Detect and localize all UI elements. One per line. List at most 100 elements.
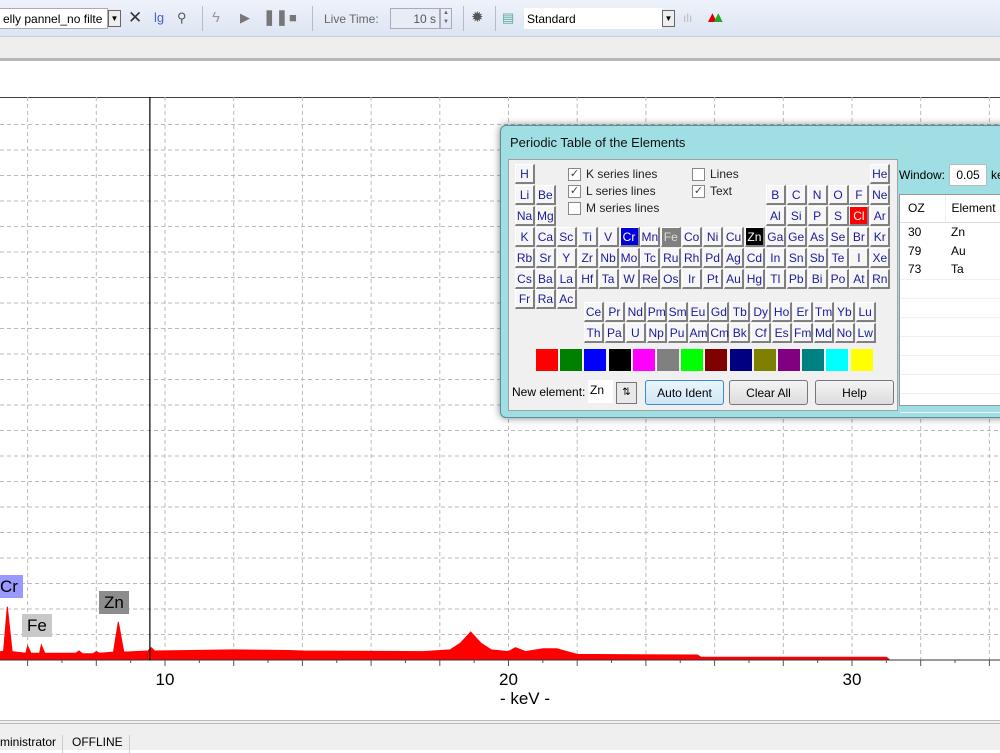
lg-icon[interactable]: lg (154, 9, 164, 27)
element-la[interactable]: La (556, 268, 577, 289)
element-be[interactable]: Be (535, 184, 556, 205)
element-c[interactable]: C (786, 184, 807, 205)
element-kr[interactable]: Kr (870, 226, 891, 247)
element-sm[interactable]: Sm (667, 302, 688, 322)
element-s[interactable]: S (828, 205, 849, 226)
element-se[interactable]: Se (828, 226, 849, 247)
table-row[interactable]: 30 Zn (900, 222, 1000, 241)
element-nd[interactable]: Nd (625, 302, 646, 322)
element-hg[interactable]: Hg (744, 268, 765, 289)
element-br[interactable]: Br (849, 226, 870, 247)
element-es[interactable]: Es (772, 322, 793, 343)
element-cu[interactable]: Cu (724, 226, 744, 247)
element-i[interactable]: I (849, 247, 870, 268)
element-ne[interactable]: Ne (870, 184, 891, 205)
element-rn[interactable]: Rn (870, 268, 891, 289)
element-cl[interactable]: Cl (849, 205, 870, 226)
color-swatch[interactable] (802, 349, 825, 371)
live-time-field[interactable]: 10 s ▲ ▼ (390, 8, 452, 29)
element-re[interactable]: Re (640, 268, 661, 289)
color-swatch[interactable] (778, 349, 800, 371)
profile-select[interactable]: elly pannel_no filte ▼ (0, 8, 121, 29)
column-header-element[interactable]: Element (945, 195, 1000, 222)
element-b[interactable]: B (765, 184, 786, 205)
report-icon[interactable]: ▤ (502, 9, 514, 27)
element-as[interactable]: As (807, 226, 828, 247)
mode-select[interactable]: Standard ▼ (524, 8, 675, 29)
element-si[interactable]: Si (786, 205, 807, 226)
element-ag[interactable]: Ag (724, 247, 744, 268)
element-ca[interactable]: Ca (535, 226, 556, 247)
bar-chart-icon[interactable]: ılı (683, 9, 692, 27)
color-swatch[interactable] (681, 349, 704, 371)
element-te[interactable]: Te (828, 247, 849, 268)
color-swatch[interactable] (560, 349, 583, 371)
element-os[interactable]: Os (661, 268, 682, 289)
element-fr[interactable]: Fr (515, 289, 535, 310)
element-cf[interactable]: Cf (751, 322, 772, 343)
peak-label-cr[interactable]: Cr (0, 575, 23, 598)
element-au[interactable]: Au (724, 268, 744, 289)
element-ta[interactable]: Ta (598, 268, 619, 289)
element-pu[interactable]: Pu (667, 322, 688, 343)
element-p[interactable]: P (807, 205, 828, 226)
element-ra[interactable]: Ra (535, 289, 556, 310)
stop-icon[interactable]: ■ (289, 9, 297, 27)
element-er[interactable]: Er (793, 302, 813, 322)
element-o[interactable]: O (828, 184, 849, 205)
play-icon[interactable]: ▶ (240, 9, 250, 27)
element-tb[interactable]: Tb (730, 302, 751, 322)
element-sn[interactable]: Sn (786, 247, 807, 268)
element-at[interactable]: At (849, 268, 870, 289)
pause-icon[interactable]: ❚❚ (263, 9, 288, 27)
element-mg[interactable]: Mg (535, 205, 556, 226)
lightning-icon[interactable]: ϟ (212, 9, 220, 27)
element-lu[interactable]: Lu (855, 302, 876, 322)
element-ir[interactable]: Ir (682, 268, 703, 289)
element-na[interactable]: Na (515, 205, 535, 226)
element-v[interactable]: V (598, 226, 619, 247)
element-ce[interactable]: Ce (584, 302, 604, 322)
color-swatch[interactable] (850, 349, 873, 371)
element-pd[interactable]: Pd (703, 247, 724, 268)
element-ti[interactable]: Ti (577, 226, 598, 247)
element-sr[interactable]: Sr (535, 247, 556, 268)
window-field[interactable]: 0.05 (949, 164, 987, 186)
peak-label-fe[interactable]: Fe (22, 614, 52, 637)
element-n[interactable]: N (807, 184, 828, 205)
element-he[interactable]: He (870, 164, 891, 184)
element-ga[interactable]: Ga (765, 226, 786, 247)
color-swatch[interactable] (657, 349, 679, 371)
element-tl[interactable]: Tl (765, 268, 786, 289)
color-swatch[interactable] (729, 349, 752, 371)
spinner-icon[interactable]: ▲ ▼ (440, 8, 452, 29)
element-pr[interactable]: Pr (604, 302, 625, 322)
lines-checkbox[interactable]: Lines (692, 167, 739, 181)
help-button[interactable]: Help (815, 380, 894, 405)
element-fe[interactable]: Fe (661, 226, 682, 247)
element-np[interactable]: Np (646, 322, 667, 343)
element-th[interactable]: Th (584, 322, 604, 343)
element-hf[interactable]: Hf (577, 268, 598, 289)
element-lw[interactable]: Lw (855, 322, 876, 343)
element-ru[interactable]: Ru (661, 247, 682, 268)
element-dy[interactable]: Dy (751, 302, 772, 322)
checkbox[interactable]: ✓ (692, 184, 705, 198)
element-xe[interactable]: Xe (870, 247, 891, 268)
element-ho[interactable]: Ho (772, 302, 793, 322)
element-am[interactable]: Am (688, 322, 709, 343)
element-mo[interactable]: Mo (619, 247, 640, 268)
element-ni[interactable]: Ni (703, 226, 724, 247)
color-swatch[interactable] (705, 349, 728, 371)
element-sb[interactable]: Sb (807, 247, 828, 268)
element-nb[interactable]: Nb (598, 247, 619, 268)
element-h[interactable]: H (515, 164, 535, 184)
table-row[interactable]: 73 Ta (900, 260, 1000, 279)
color-swatch[interactable] (753, 349, 776, 371)
element-cd[interactable]: Cd (744, 247, 765, 268)
element-cm[interactable]: Cm (709, 322, 730, 343)
element-pa[interactable]: Pa (604, 322, 625, 343)
color-swatch[interactable] (632, 349, 655, 371)
element-po[interactable]: Po (828, 268, 849, 289)
element-li[interactable]: Li (515, 184, 535, 205)
